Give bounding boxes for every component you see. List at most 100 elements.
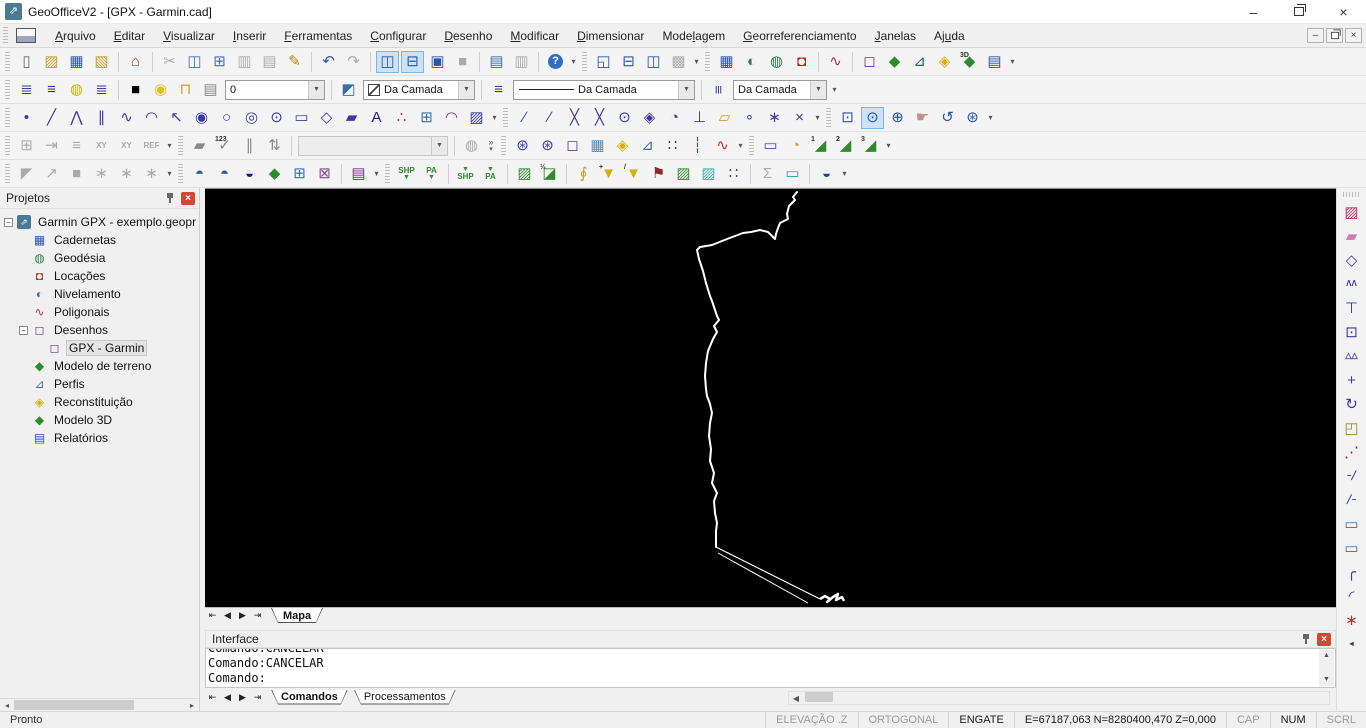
toolbar-dropdown-icon[interactable]: ▾ bbox=[812, 107, 823, 129]
menu-configurar[interactable]: Configurar bbox=[361, 25, 435, 47]
fillet-button[interactable]: ╭ bbox=[1340, 561, 1363, 583]
copy-button[interactable]: ◫ bbox=[183, 51, 206, 73]
snap-perpendicular-button[interactable]: ⊥ bbox=[688, 107, 711, 129]
toolbar-grip[interactable] bbox=[385, 163, 390, 184]
modelo-terreno-module-button[interactable]: ◆ bbox=[883, 51, 906, 73]
gps-track-end-loop[interactable] bbox=[819, 592, 846, 604]
draw-arc-button[interactable]: ◠ bbox=[140, 107, 163, 129]
scroll-thumb[interactable] bbox=[14, 700, 134, 710]
restore-button[interactable] bbox=[1276, 0, 1321, 24]
new-file-button[interactable]: ▯ bbox=[15, 51, 38, 73]
geodesia-globe-button[interactable]: ◍ bbox=[765, 51, 788, 73]
toolbar-grip[interactable] bbox=[5, 79, 10, 100]
menu-modificar[interactable]: Modificar bbox=[501, 25, 568, 47]
scroll-left-icon[interactable]: ◀ bbox=[789, 694, 803, 703]
hatch-lines-cyan-button[interactable]: ▨ bbox=[697, 163, 720, 185]
attach-file-button[interactable]: ∮ bbox=[572, 163, 595, 185]
area-hatch-2-button[interactable]: ◪ ½ bbox=[538, 163, 561, 185]
match-properties-button[interactable]: ▨ bbox=[1340, 201, 1363, 223]
hatch-lines-green-button[interactable]: ▨ bbox=[672, 163, 695, 185]
rotate-button[interactable]: ↻ bbox=[1340, 393, 1363, 415]
status-elevacao[interactable]: ELEVAÇÃO .Z bbox=[765, 712, 857, 728]
toolbar-dropdown-icon[interactable]: ▾ bbox=[735, 135, 746, 157]
layer-visibility-bulb-button[interactable]: ◉ bbox=[149, 79, 172, 101]
boundary-tool-button[interactable]: ◆ bbox=[263, 163, 286, 185]
reconstituicao-module-button[interactable]: ◈ bbox=[933, 51, 956, 73]
filter-edit-button[interactable]: ▼ / bbox=[622, 163, 645, 185]
menu-arquivo[interactable]: Arquivo bbox=[46, 25, 105, 47]
nav-next-icon[interactable]: ▶ bbox=[235, 692, 250, 703]
extend-button[interactable]: ▭ bbox=[1340, 537, 1363, 559]
tile-vertical-button[interactable]: ◫ bbox=[642, 51, 665, 73]
squiggle-tool-button[interactable]: ∿ bbox=[711, 135, 734, 157]
snap-none-button[interactable]: × bbox=[788, 107, 811, 129]
interface-horizontal-scrollbar[interactable]: ◀ bbox=[788, 691, 1330, 705]
toolbar-grip[interactable] bbox=[826, 107, 831, 128]
swap-direction-button[interactable]: ⇅ bbox=[263, 135, 286, 157]
toolbar-dropdown-icon[interactable]: ▾ bbox=[489, 107, 500, 129]
fill-color-button[interactable]: ◩ bbox=[337, 79, 360, 101]
zoom-window-button[interactable]: ⊡ bbox=[836, 107, 859, 129]
draw-ellipse-button[interactable]: ⊙ bbox=[265, 107, 288, 129]
validate-points-button[interactable]: ✓ 123 bbox=[213, 135, 236, 157]
parallel-check-button[interactable]: ∥ bbox=[238, 135, 261, 157]
draw-circle-2p-button[interactable]: ○ bbox=[215, 107, 238, 129]
break-button[interactable]: ╱− bbox=[1340, 489, 1363, 511]
more-tools-button[interactable]: ◂ bbox=[1340, 633, 1363, 655]
scroll-track[interactable] bbox=[14, 699, 185, 711]
insert-image-button[interactable]: ▦ bbox=[586, 135, 609, 157]
locacoes-module-button[interactable]: ◘ bbox=[790, 51, 813, 73]
toolbar-dropdown-icon[interactable]: ▾ bbox=[839, 163, 850, 185]
poligonais-module-button[interactable]: ∿ bbox=[824, 51, 847, 73]
snap-endpoint-button[interactable]: ∕ bbox=[513, 107, 536, 129]
tab-comandos[interactable]: Comandos bbox=[271, 690, 348, 705]
lineweight-tool-button[interactable]: ||| bbox=[707, 79, 730, 101]
open-file-button[interactable]: ▨ bbox=[40, 51, 63, 73]
stretch-button[interactable]: ⋰ bbox=[1340, 441, 1363, 463]
zoom-extents-button[interactable]: ⊙ bbox=[861, 106, 884, 129]
chevron-down-icon[interactable]: ▼ bbox=[458, 80, 474, 99]
menu-editar[interactable]: Editar bbox=[105, 25, 154, 47]
tree-item-modelo-3d[interactable]: ◆ Modelo 3D bbox=[0, 411, 199, 429]
tree-item-reconstitui-o[interactable]: ◈ Reconstituição bbox=[0, 393, 199, 411]
tab-mapa[interactable]: Mapa bbox=[271, 608, 323, 623]
tree-item-garmin-gpx-exemplo-geopr[interactable]: − ⇗ Garmin GPX - exemplo.geopr bbox=[0, 213, 199, 231]
print-button[interactable]: ▤ bbox=[485, 51, 508, 73]
draw-spline-button[interactable]: ∿ bbox=[115, 107, 138, 129]
cascade-windows-button[interactable]: ◱ bbox=[592, 51, 615, 73]
tree-expander-icon[interactable]: − bbox=[19, 325, 28, 335]
menu-ferramentas[interactable]: Ferramentas bbox=[275, 25, 361, 47]
lineweight-combo[interactable]: Da Camada ▼ bbox=[733, 79, 827, 100]
open-project-button[interactable]: ▧ bbox=[90, 51, 113, 73]
menu-janelas[interactable]: Janelas bbox=[866, 25, 925, 47]
layer-isolate-button[interactable]: ◍ bbox=[65, 79, 88, 101]
erase-button[interactable]: ▰ bbox=[1340, 225, 1363, 247]
toolbar-grip[interactable] bbox=[1342, 192, 1361, 197]
command-vertical-scrollbar[interactable]: ▲ ▼ bbox=[1319, 650, 1334, 686]
snap-apparent-intersection-button[interactable]: ╳ bbox=[588, 107, 611, 129]
toolbar-grip[interactable] bbox=[5, 163, 10, 184]
desenhos-module-button[interactable]: ◻ bbox=[858, 51, 881, 73]
draw-polygon-button[interactable]: ◇ bbox=[315, 107, 338, 129]
status-engate[interactable]: ENGATE bbox=[948, 712, 1013, 728]
toolbar-dropdown-icon[interactable]: ▾ bbox=[164, 163, 175, 185]
table-delete-tool-button[interactable]: ⊠ bbox=[313, 163, 336, 185]
terrain-slope-2-button[interactable]: ◢ 2 bbox=[834, 135, 857, 157]
wheel-settings-2-button[interactable]: ⊛ bbox=[536, 135, 559, 157]
layer-color-button[interactable]: ■ bbox=[124, 79, 147, 101]
map-canvas[interactable] bbox=[205, 188, 1336, 607]
snap-tangent-button[interactable]: ◔ bbox=[663, 107, 686, 129]
gps-track-segment-1[interactable] bbox=[715, 546, 821, 600]
toolbar-grip[interactable] bbox=[5, 107, 10, 128]
draw-parallel-lines-button[interactable]: ∥ bbox=[90, 107, 113, 129]
split-horizontal-button[interactable]: ⊟ bbox=[401, 50, 424, 73]
profile-chart-tool-button[interactable]: ⊿ bbox=[636, 135, 659, 157]
scroll-track[interactable] bbox=[803, 692, 1329, 704]
nav-last-icon[interactable]: ⇥ bbox=[250, 610, 265, 621]
tree-item-nivelamento[interactable]: ◐ Nivelamento bbox=[0, 285, 199, 303]
draw-line-button[interactable]: ╱ bbox=[40, 107, 63, 129]
explode-button[interactable]: ∗ bbox=[1340, 609, 1363, 631]
snap-nearest-button[interactable]: ∗ bbox=[763, 107, 786, 129]
import-shp-button[interactable]: SHP ▼ bbox=[395, 163, 418, 185]
flag-marker-button[interactable]: ⚑ bbox=[647, 163, 670, 185]
